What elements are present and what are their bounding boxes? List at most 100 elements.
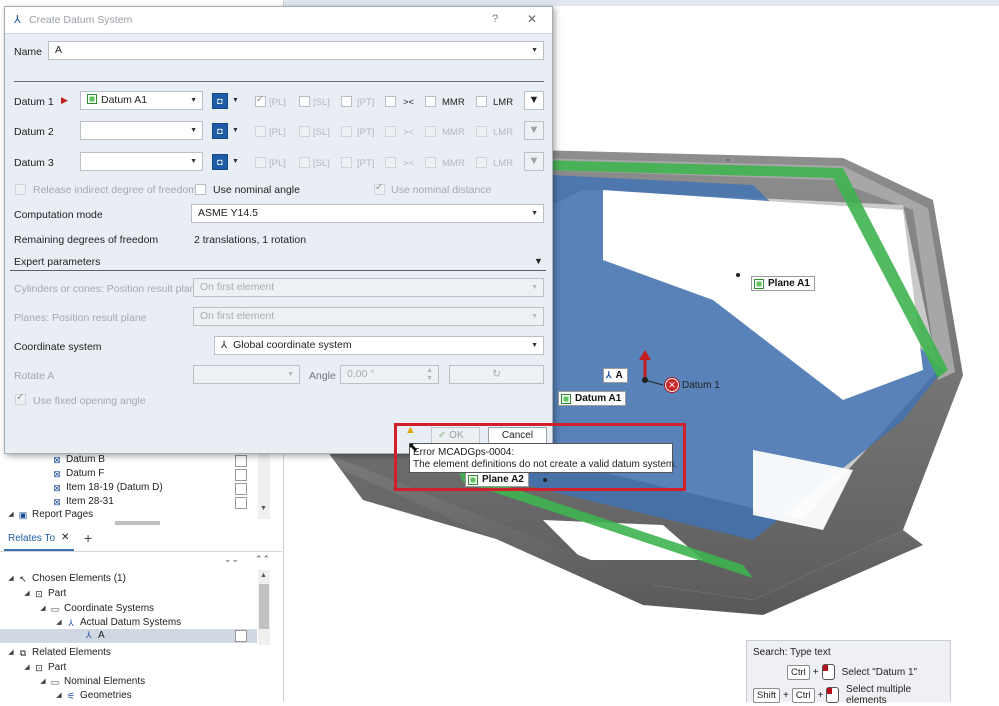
- coordinate-system-select[interactable]: ⅄ Global coordinate system ▼: [214, 336, 544, 355]
- expand-icon: ◢: [56, 619, 62, 626]
- splitter-handle[interactable]: [115, 521, 160, 525]
- collapse-all-icon[interactable]: ⌄⌄: [224, 554, 239, 565]
- chevron-down-icon: ▼: [232, 97, 239, 104]
- computation-mode-select[interactable]: ASME Y14.5 ▼: [191, 204, 544, 223]
- tree-chosen-elements[interactable]: ◢ ↖ Chosen Elements (1): [6, 572, 126, 586]
- create-datum-system-dialog: ⅄ Create Datum System ? ✕ Name A ▼ Datum …: [4, 6, 553, 454]
- help-icon[interactable]: ?: [492, 13, 498, 25]
- datum-2-pt-checkbox[interactable]: [341, 126, 352, 137]
- datum-3-label: Datum 3: [14, 157, 54, 169]
- tree-item-datum-b[interactable]: ⊠ Datum B: [52, 453, 105, 467]
- scroll-up-icon[interactable]: ▲: [260, 572, 267, 579]
- datum-3-lmr-checkbox[interactable]: [476, 157, 487, 168]
- datum-3-filter-button[interactable]: ▼: [524, 152, 544, 171]
- datum-1-pt-checkbox[interactable]: [341, 96, 352, 107]
- add-tab-icon[interactable]: +: [84, 530, 92, 546]
- tree-part[interactable]: ◢ ⊡ Part: [22, 587, 66, 601]
- planes-select[interactable]: On first element ▼: [193, 307, 544, 326]
- pl-label: [PL]: [269, 158, 286, 169]
- datum-3-type-button[interactable]: ◘ ▼: [212, 152, 242, 171]
- datum-2-sl-checkbox[interactable]: [299, 126, 310, 137]
- datum-1-filter-button[interactable]: ▼: [524, 91, 544, 110]
- dialog-title-bar[interactable]: ⅄ Create Datum System ? ✕: [5, 7, 552, 34]
- cursor-icon: ↖: [19, 574, 27, 584]
- fixed-opening-checkbox[interactable]: [15, 392, 26, 405]
- chevron-down-icon: ▼: [287, 371, 294, 378]
- rotate-action-button[interactable]: ↻: [449, 365, 544, 384]
- datum-2-select[interactable]: ▼: [80, 121, 203, 140]
- tree-item-datum-f[interactable]: ⊠ Datum F: [52, 467, 104, 481]
- close-icon[interactable]: ✕: [61, 532, 69, 543]
- datum-1-marker[interactable]: ✕ Datum 1: [665, 378, 720, 392]
- slide-label: ><: [403, 158, 415, 169]
- close-icon[interactable]: ✕: [527, 12, 537, 26]
- datum-system-icon: ⅄: [606, 370, 612, 380]
- tree-coordinate-systems[interactable]: ◢ ▭ Coordinate Systems: [38, 602, 154, 616]
- scrollbar[interactable]: ▲: [258, 570, 270, 645]
- tree-selected-row[interactable]: ⅄ A: [0, 629, 257, 643]
- chevron-down-icon: ▼: [232, 158, 239, 165]
- release-dof-checkbox[interactable]: [15, 184, 26, 195]
- datum-2-label: Datum 2: [14, 126, 54, 138]
- datum-2-lmr-checkbox[interactable]: [476, 126, 487, 137]
- visibility-checkbox[interactable]: [235, 630, 247, 642]
- datum-3-pl-checkbox[interactable]: [255, 157, 266, 168]
- sl-label: [SL]: [313, 158, 330, 169]
- use-nominal-distance-checkbox[interactable]: [374, 182, 385, 195]
- active-row-arrow-icon: ▶: [61, 95, 68, 105]
- tree-item-28-31[interactable]: ⊠ Item 28-31: [52, 495, 114, 509]
- datum-1-sl-checkbox[interactable]: [299, 96, 310, 107]
- datum-1-lmr-checkbox[interactable]: [476, 96, 487, 107]
- angle-label: Angle: [309, 370, 336, 382]
- tree-actual-datum-systems[interactable]: ◢ ⅄ Actual Datum Systems: [54, 616, 181, 630]
- datum-3-select[interactable]: ▼: [80, 152, 203, 171]
- ctrl-key: Ctrl: [787, 664, 810, 680]
- scrollbar[interactable]: ▼: [258, 453, 270, 519]
- datum-2-pl-checkbox[interactable]: [255, 126, 266, 137]
- datum-2-type-button[interactable]: ◘ ▼: [212, 121, 242, 140]
- tree-report-pages[interactable]: ◢ ▣ Report Pages: [6, 510, 93, 520]
- coordinate-system-icon: ⅄: [221, 340, 228, 351]
- plane-a1-label[interactable]: Plane A1: [751, 276, 815, 291]
- visibility-checkbox[interactable]: [235, 469, 247, 481]
- datum-3-pt-checkbox[interactable]: [341, 157, 352, 168]
- tab-relates-to[interactable]: Relates To ✕: [4, 527, 74, 551]
- visibility-checkbox[interactable]: [235, 455, 247, 467]
- datum-3-sl-checkbox[interactable]: [299, 157, 310, 168]
- datum-2-filter-button[interactable]: ▼: [524, 121, 544, 140]
- tree-item-18-19[interactable]: ⊠ Item 18-19 (Datum D): [52, 481, 162, 495]
- datum-2-mmr-checkbox[interactable]: [425, 126, 436, 137]
- datum-system-icon: ⅄: [14, 14, 21, 26]
- name-field[interactable]: A ▼: [48, 41, 544, 60]
- datum-system-a-label[interactable]: ⅄ A: [603, 368, 628, 383]
- tree-part-2[interactable]: ◢ ⊡ Part: [22, 661, 66, 675]
- expand-all-icon[interactable]: ⌃⌃: [255, 554, 270, 565]
- visibility-checkbox[interactable]: [235, 483, 247, 495]
- expand-icon: ◢: [24, 590, 30, 597]
- datum-1-slide-checkbox[interactable]: [385, 96, 396, 107]
- visibility-checkbox[interactable]: [235, 497, 247, 509]
- datum-icon: ⊠: [53, 455, 61, 465]
- chevron-down-icon: ▼: [232, 127, 239, 134]
- datum-1-select[interactable]: Datum A1 ▼: [80, 91, 203, 110]
- folder-icon: ▭: [50, 604, 60, 614]
- angle-spinner[interactable]: 0.00 ° ▲ ▼: [340, 365, 439, 384]
- scroll-down-icon[interactable]: ▼: [260, 505, 267, 512]
- tree-nominal-elements[interactable]: ◢ ▭ Nominal Elements: [38, 675, 145, 689]
- datum-target-icon: ◘: [212, 122, 228, 139]
- datum-1-mmr-checkbox[interactable]: [425, 96, 436, 107]
- use-nominal-angle-checkbox[interactable]: [195, 184, 206, 195]
- datum-1-type-button[interactable]: ◘ ▼: [212, 91, 242, 110]
- datum-3-mmr-checkbox[interactable]: [425, 157, 436, 168]
- scroll-thumb[interactable]: [259, 584, 269, 629]
- rotate-select[interactable]: ▼: [193, 365, 300, 384]
- datum-1-pl-checkbox[interactable]: [255, 94, 266, 107]
- spinner-arrows-icon[interactable]: ▲ ▼: [426, 367, 433, 383]
- cylinders-select[interactable]: On first element ▼: [193, 278, 544, 297]
- tree-related-elements[interactable]: ◢ ⧉ Related Elements: [6, 646, 111, 660]
- expert-parameters-header[interactable]: Expert parameters ▼: [10, 252, 546, 271]
- datum-a1-label[interactable]: Datum A1: [558, 391, 627, 406]
- datum-3-slide-checkbox[interactable]: [385, 157, 396, 168]
- fixed-opening-label: Use fixed opening angle: [33, 395, 146, 407]
- datum-2-slide-checkbox[interactable]: [385, 126, 396, 137]
